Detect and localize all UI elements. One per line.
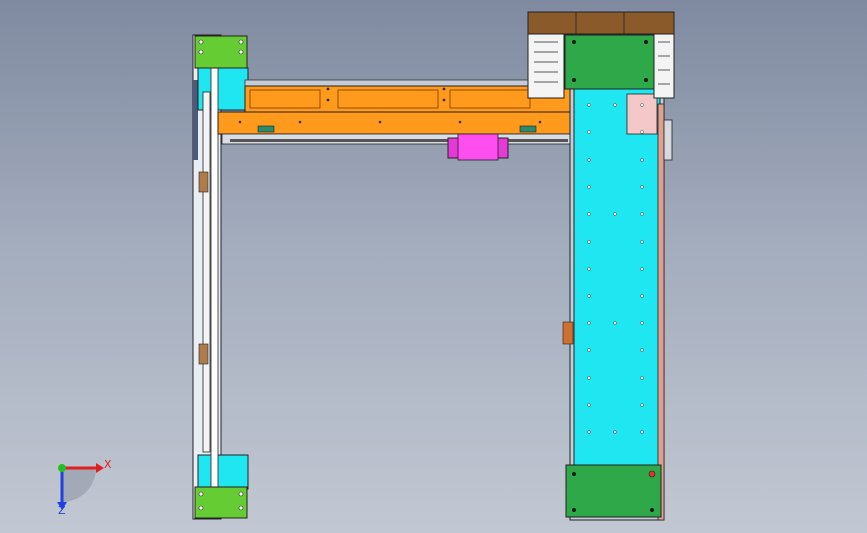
z-axis-label: Z	[58, 504, 66, 517]
left-column-side-rail	[210, 67, 219, 489]
right-column-connector	[562, 321, 574, 345]
right-bearing-block	[626, 93, 658, 135]
motor-top-housing	[527, 11, 675, 35]
right-column-cyan-plate	[573, 85, 661, 467]
right-side-sensor	[663, 119, 673, 161]
triad-shadow	[62, 468, 96, 502]
right-bottom-red-marker	[648, 470, 656, 478]
beam-slider-block	[457, 133, 499, 161]
left-column-inner-rail	[202, 91, 211, 453]
motor-coupling-right	[653, 33, 675, 99]
cad-viewport[interactable]: X Z	[0, 0, 867, 533]
x-axis-arrowhead	[96, 463, 104, 473]
beam-top-rail	[244, 79, 531, 87]
left-sensor-lower	[198, 343, 209, 365]
coordinate-triad: X Z	[57, 458, 112, 517]
left-column-cyan-lower	[197, 454, 249, 490]
y-axis-dot	[58, 464, 66, 472]
left-sensor-upper	[198, 171, 209, 193]
motor-coupling-left	[527, 33, 565, 99]
left-rail-dark	[193, 80, 198, 160]
x-axis-label: X	[104, 458, 112, 471]
right-column-edge	[657, 103, 665, 521]
left-column[interactable]	[192, 34, 249, 520]
right-top-green-plate	[564, 34, 657, 90]
beam-rail-dark	[230, 139, 568, 142]
right-bottom-green-plate	[565, 464, 662, 518]
cross-beam[interactable]	[217, 79, 571, 161]
right-column[interactable]	[562, 34, 673, 521]
left-bottom-bracket	[194, 486, 248, 519]
